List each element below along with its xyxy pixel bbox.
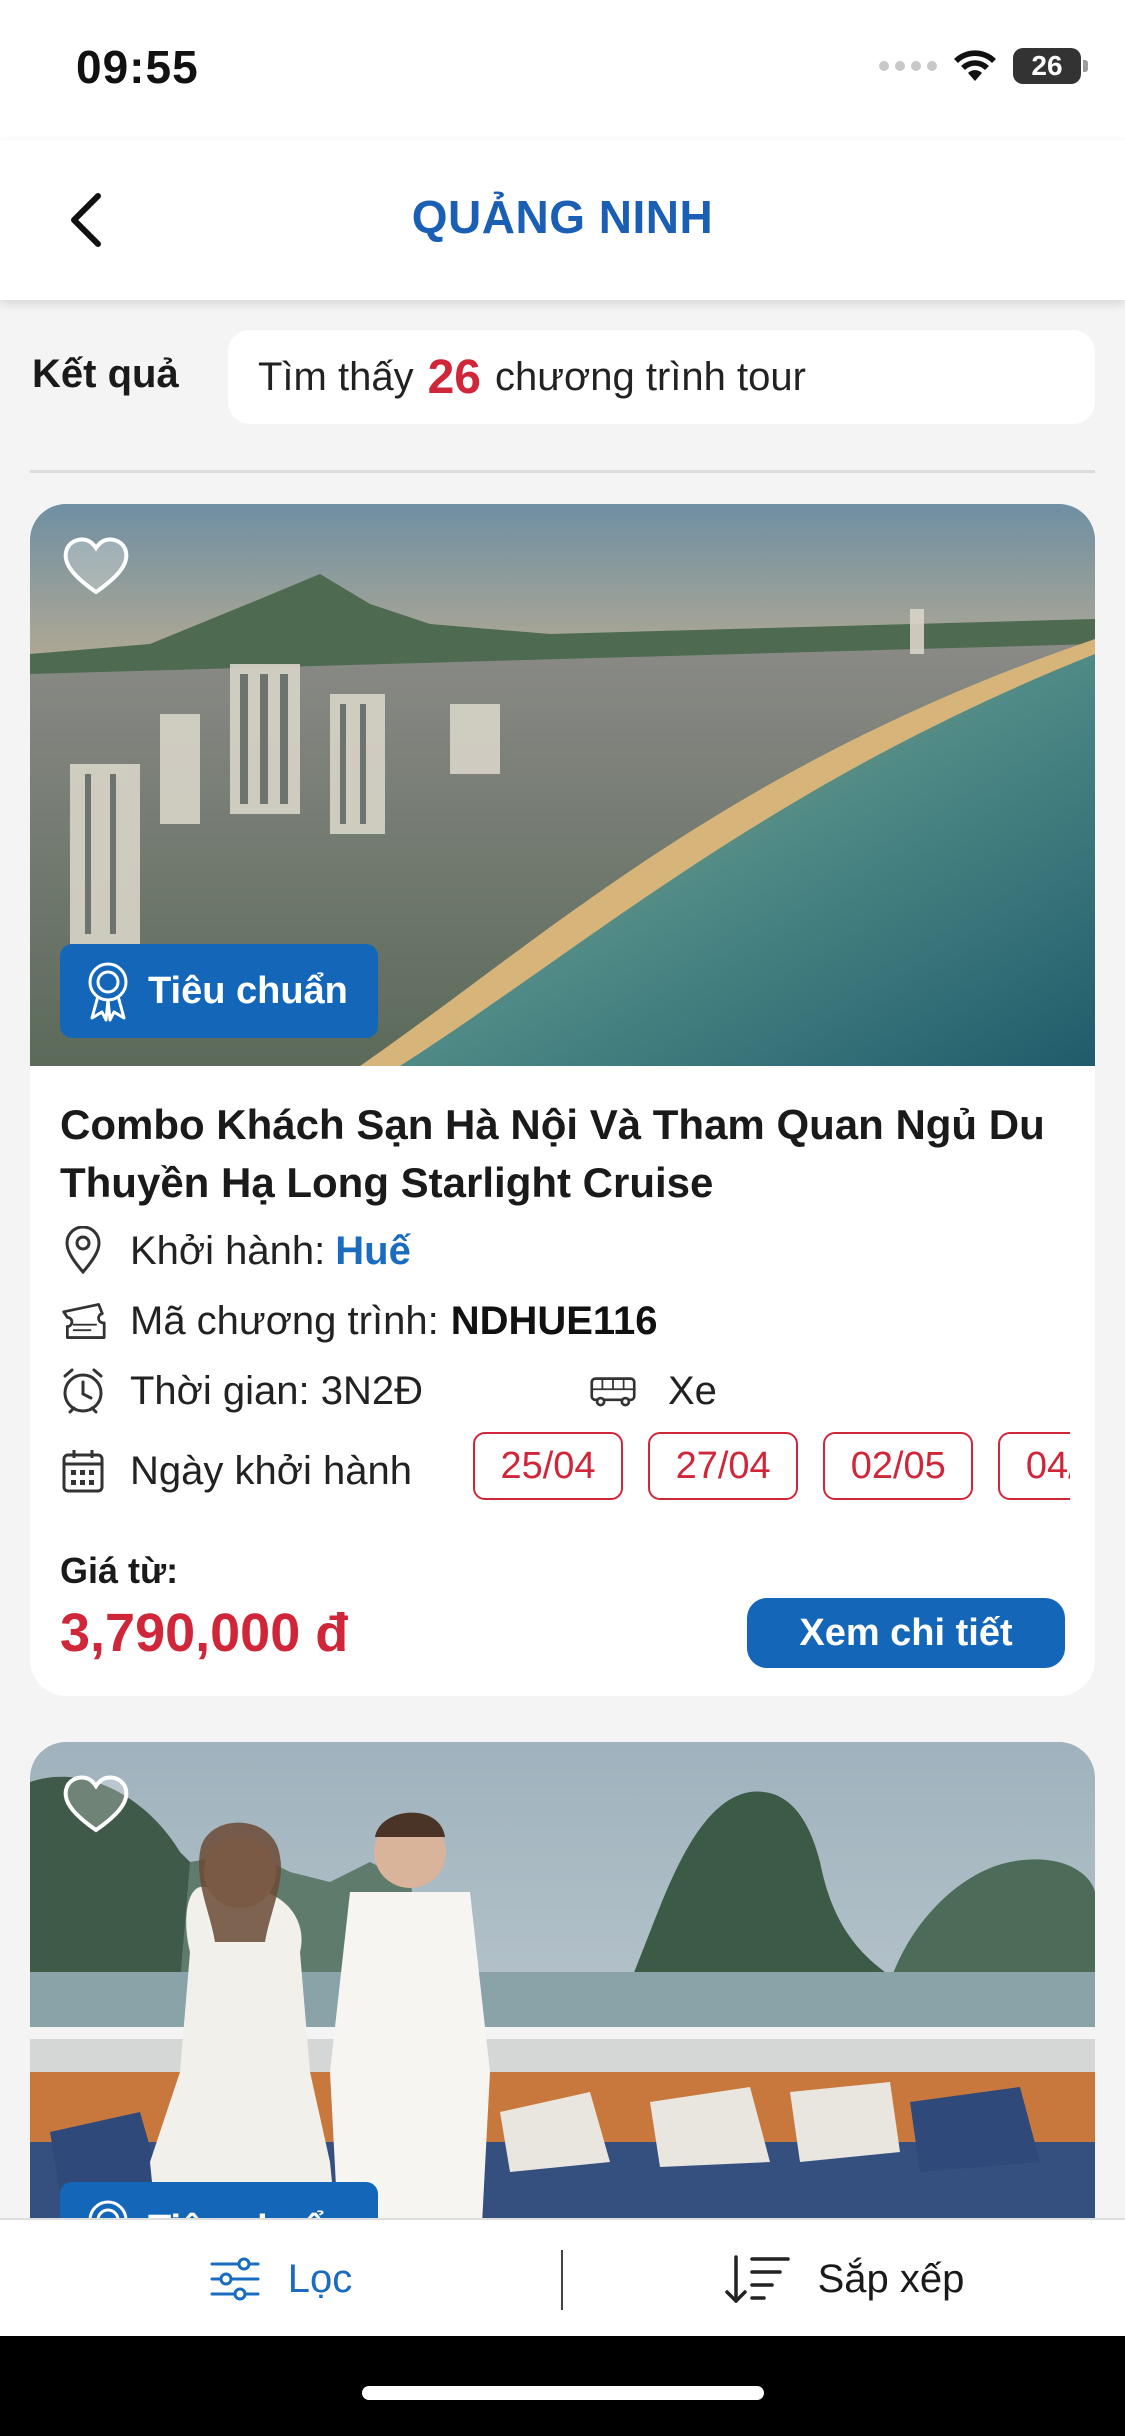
duration-label: Thời gian: 3N2Đ	[130, 1368, 424, 1413]
calendar-icon	[60, 1446, 106, 1496]
dates-label: Ngày khởi hành	[130, 1448, 412, 1493]
tour-card[interactable]: Tiêu chuẩn Combo Khách Sạn Hà Nội Và Tha…	[30, 504, 1095, 1696]
tour-details: Combo Khách Sạn Hà Nội Và Tham Quan Ngủ …	[60, 1096, 1070, 1516]
result-label: Kết quả	[32, 352, 179, 396]
page-title: QUẢNG NINH	[411, 191, 714, 243]
tour-image[interactable]: Tiêu chuẩn	[30, 504, 1095, 1066]
result-prefix: Tìm thấy	[258, 354, 414, 399]
dates-row: Ngày khởi hành 25/04 27/04 02/05 04/05	[60, 1426, 1070, 1516]
alarm-clock-icon	[60, 1366, 106, 1416]
result-count: 26	[427, 350, 481, 404]
date-chip[interactable]: 04/05	[998, 1432, 1070, 1500]
date-chip[interactable]: 02/05	[823, 1432, 974, 1500]
departure-value: Huế	[335, 1228, 411, 1273]
duration-row: Thời gian: 3N2Đ Xe	[60, 1356, 1070, 1426]
tour-card[interactable]: Tiêu chuẩn	[30, 1742, 1095, 2262]
price-value: 3,790,000 đ	[60, 1603, 349, 1663]
sliders-icon	[210, 2257, 260, 2301]
status-icons: 26	[879, 48, 1088, 84]
filter-button[interactable]: Lọc	[0, 2220, 562, 2338]
sort-button[interactable]: Sắp xếp	[563, 2220, 1125, 2338]
sort-label: Sắp xếp	[817, 2256, 965, 2301]
home-indicator[interactable]	[362, 2386, 764, 2400]
view-details-button[interactable]: Xem chi tiết	[747, 1598, 1065, 1668]
map-pin-icon	[60, 1226, 106, 1276]
price-label: Giá từ:	[60, 1550, 179, 1591]
result-summary: Kết quả Tìm thấy 26 chương trình tour	[30, 328, 1095, 424]
award-badge-icon	[88, 962, 128, 1022]
result-suffix: chương trình tour	[494, 354, 806, 399]
vehicle-label: Xe	[668, 1368, 717, 1413]
code-label: Mã chương trình:	[130, 1298, 439, 1343]
code-value: NDHUE116	[450, 1298, 658, 1343]
cellular-signal-icon	[879, 61, 937, 71]
favorite-button[interactable]	[60, 1772, 132, 1836]
battery-indicator: 26	[1013, 48, 1088, 84]
code-row: Mã chương trình: NDHUE116	[60, 1286, 1070, 1356]
status-bar: 09:55 26	[0, 0, 1125, 140]
heart-outline-icon	[63, 537, 129, 595]
status-time: 09:55	[76, 41, 199, 93]
date-chips[interactable]: 25/04 27/04 02/05 04/05	[473, 1432, 1070, 1508]
vehicle-info: Xe	[590, 1366, 717, 1416]
result-count-box: Tìm thấy 26 chương trình tour	[228, 330, 1095, 424]
nav-header: QUẢNG NINH	[0, 140, 1125, 300]
date-chip[interactable]: 25/04	[473, 1432, 623, 1500]
tier-badge: Tiêu chuẩn	[60, 944, 378, 1038]
ticket-icon	[60, 1296, 106, 1346]
bus-icon	[590, 1366, 636, 1416]
tour-title[interactable]: Combo Khách Sạn Hà Nội Và Tham Quan Ngủ …	[60, 1096, 1070, 1212]
sort-descending-icon	[724, 2255, 790, 2303]
filter-label: Lọc	[287, 2256, 353, 2301]
tour-image[interactable]: Tiêu chuẩn	[30, 1742, 1095, 2262]
divider	[30, 470, 1095, 473]
heart-outline-icon	[63, 1775, 129, 1833]
date-chip[interactable]: 27/04	[648, 1432, 799, 1500]
bottom-action-bar: Lọc Sắp xếp	[0, 2218, 1125, 2336]
favorite-button[interactable]	[60, 534, 132, 598]
tier-label: Tiêu chuẩn	[148, 969, 348, 1012]
wifi-icon	[954, 50, 996, 81]
departure-label: Khởi hành:	[130, 1228, 326, 1273]
home-indicator-area	[0, 2336, 1125, 2436]
departure-row: Khởi hành: Huế	[60, 1216, 1070, 1286]
